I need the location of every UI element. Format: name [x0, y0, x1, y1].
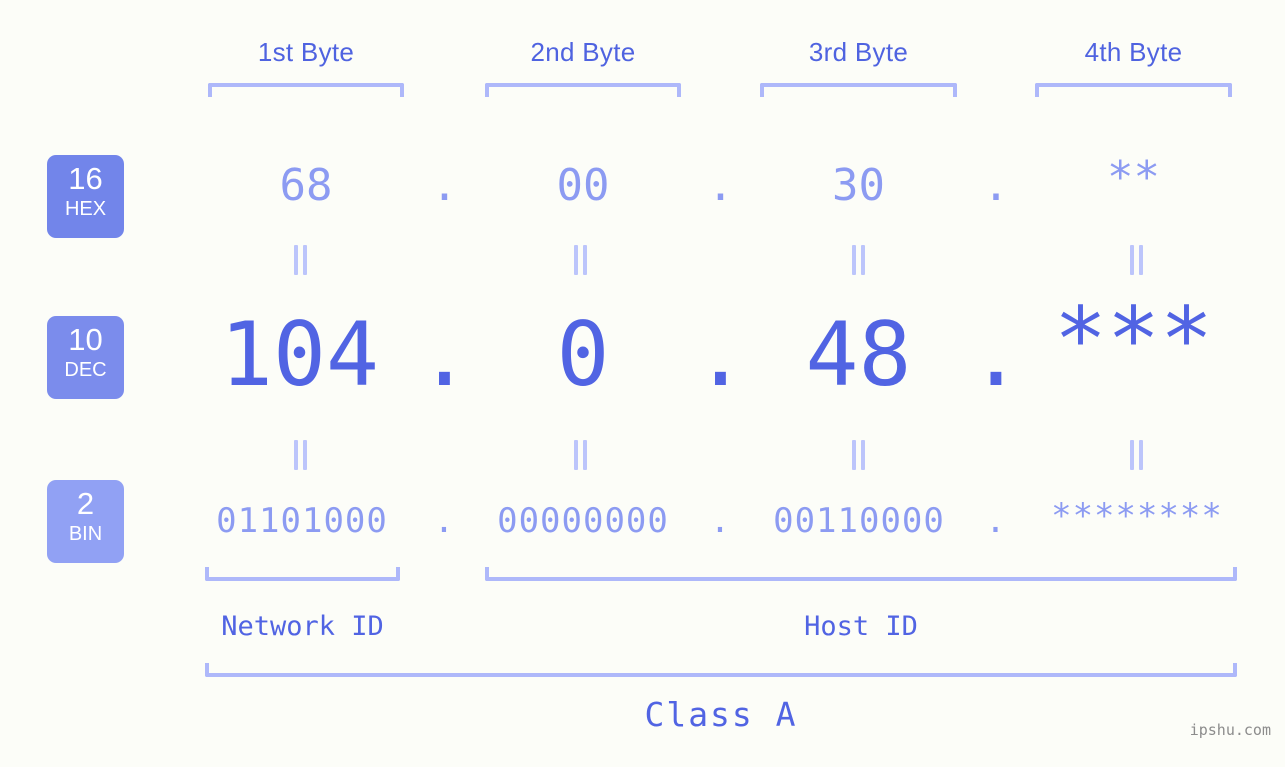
hex-separator-3: . [982, 160, 1010, 211]
byte-header-3: 3rd Byte [808, 37, 909, 67]
hex-byte-4: ** [1107, 152, 1160, 203]
network-id-label: Network ID [221, 611, 384, 642]
equals-mark-dec-bin-3 [848, 440, 870, 470]
ip-address-breakdown-diagram: 1st Byte 2nd Byte 3rd Byte 4th Byte 16 H… [0, 0, 1285, 767]
base-badge-bin-label: BIN [68, 523, 103, 545]
base-badge-bin-number: 2 [76, 486, 95, 521]
dec-separator-3: . [969, 303, 1023, 406]
equals-mark-dec-bin-4 [1126, 440, 1148, 470]
equals-mark-dec-bin-2 [570, 440, 592, 470]
site-watermark: ipshu.com [1189, 721, 1271, 739]
bin-byte-2: 00000000 [497, 501, 669, 541]
class-label: Class A [644, 695, 798, 734]
bin-byte-4: ******** [1051, 496, 1223, 536]
dec-byte-3: 48 [805, 303, 912, 406]
base-badge-hex-label: HEX [64, 198, 107, 220]
hex-byte-3: 30 [832, 160, 885, 211]
byte-bracket-4 [1035, 83, 1232, 97]
dec-byte-1: 104 [220, 303, 379, 406]
equals-mark-hex-dec-3 [848, 245, 870, 275]
hex-byte-1: 68 [279, 160, 333, 211]
dec-byte-2: 0 [556, 303, 610, 406]
base-badge-bin[interactable]: 2 BIN [47, 480, 124, 563]
byte-bracket-2 [485, 83, 681, 97]
base-badge-hex-number: 16 [68, 161, 103, 196]
bin-separator-3: . [985, 501, 1007, 541]
base-badge-dec-label: DEC [64, 359, 107, 381]
equals-mark-hex-dec-2 [570, 245, 592, 275]
byte-bracket-3 [760, 83, 957, 97]
bin-byte-1: 01101000 [216, 501, 388, 541]
bin-separator-1: . [433, 501, 456, 541]
equals-mark-hex-dec-4 [1126, 245, 1148, 275]
base-badge-dec[interactable]: 10 DEC [47, 316, 124, 399]
hex-byte-2: 00 [556, 160, 610, 211]
equals-mark-dec-bin-1 [290, 440, 312, 470]
base-badge-dec-number: 10 [68, 322, 103, 357]
hex-separator-2: . [707, 160, 734, 211]
dec-byte-4: *** [1054, 288, 1213, 391]
equals-mark-hex-dec-1 [290, 245, 312, 275]
bin-separator-2: . [709, 501, 732, 541]
byte-header-4: 4th Byte [1084, 37, 1183, 67]
host-id-label: Host ID [804, 611, 918, 642]
network-id-bracket [205, 567, 400, 581]
hex-separator-1: . [431, 160, 458, 211]
byte-bracket-1 [208, 83, 404, 97]
dec-separator-1: . [418, 303, 471, 406]
dec-separator-2: . [694, 303, 747, 406]
host-id-bracket [485, 567, 1237, 581]
base-badge-hex[interactable]: 16 HEX [47, 155, 124, 238]
bin-byte-3: 00110000 [773, 501, 945, 541]
byte-header-1: 1st Byte [257, 37, 355, 67]
class-bracket [205, 663, 1237, 677]
byte-header-2: 2nd Byte [530, 37, 636, 67]
